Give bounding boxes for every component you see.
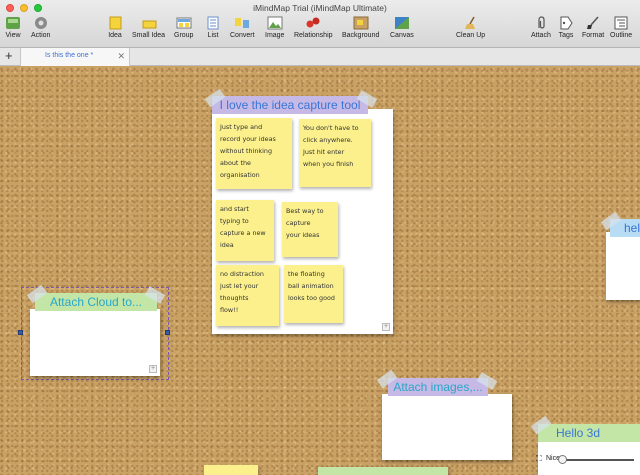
format-button[interactable]: Format bbox=[582, 16, 604, 39]
sticky-note[interactable]: the floating ball animation looks too go… bbox=[284, 265, 343, 323]
outline-icon bbox=[614, 16, 628, 30]
action-button[interactable]: Action bbox=[31, 16, 50, 39]
partial-card[interactable] bbox=[318, 467, 448, 475]
attach-images-title[interactable]: Attach images,... bbox=[388, 378, 488, 396]
expand-icon[interactable]: + bbox=[149, 365, 157, 373]
sticky-note[interactable]: Best way to capture your ideas bbox=[282, 202, 338, 257]
background-icon bbox=[353, 16, 369, 30]
clean-up-button[interactable]: Clean Up bbox=[456, 16, 485, 39]
sticky-note[interactable]: Just type and record your ideas without … bbox=[216, 118, 292, 189]
attach-images-card[interactable] bbox=[382, 394, 512, 460]
convert-button[interactable]: Convert bbox=[230, 16, 255, 39]
expand-icon[interactable]: + bbox=[382, 323, 390, 331]
action-icon bbox=[34, 17, 47, 29]
list-button[interactable]: List bbox=[205, 16, 221, 39]
window-title: iMindMap Trial (iMindMap Ultimate) bbox=[253, 3, 387, 13]
small-idea-icon bbox=[142, 20, 157, 29]
tab-bar: + Is this the one * ✕ bbox=[0, 48, 640, 66]
attach-cloud-title[interactable]: Attach Cloud to... bbox=[35, 293, 157, 311]
tags-label: Tags bbox=[558, 32, 574, 39]
tags-button[interactable]: Tags bbox=[558, 16, 574, 39]
sticky-note[interactable]: and start typing to capture a new idea bbox=[216, 200, 274, 261]
small-idea-button[interactable]: Small Idea bbox=[132, 16, 165, 39]
idea-note-icon bbox=[109, 16, 122, 30]
idea-label: Idea bbox=[108, 32, 122, 39]
relationship-label: Relationship bbox=[294, 32, 333, 39]
zoom-slider-track[interactable] bbox=[562, 459, 634, 461]
main-group-title[interactable]: I love the idea capture tool bbox=[212, 96, 368, 114]
canvas-icon bbox=[394, 17, 409, 29]
zoom-fit-icon[interactable]: ⛶ bbox=[536, 454, 542, 464]
outline-button[interactable]: Outline bbox=[610, 16, 632, 39]
canvas-label: Canvas bbox=[390, 32, 414, 39]
tab-label: Is this the one * bbox=[45, 52, 94, 59]
view-icon bbox=[6, 17, 20, 29]
list-icon bbox=[207, 16, 219, 30]
attach-label: Attach bbox=[531, 32, 551, 39]
attach-cloud-card[interactable]: + bbox=[30, 309, 160, 376]
image-button[interactable]: Image bbox=[265, 16, 284, 39]
zoom-slider-knob[interactable] bbox=[558, 455, 567, 464]
format-brush-icon bbox=[587, 16, 599, 29]
sticky-note[interactable]: no distraction just let your thoughts fl… bbox=[216, 265, 279, 326]
group-label: Group bbox=[174, 32, 194, 39]
clean-up-label: Clean Up bbox=[456, 32, 486, 39]
hello-3d-title[interactable]: Hello 3d bbox=[538, 424, 640, 442]
small-idea-label: Small Idea bbox=[132, 32, 166, 39]
relationship-icon bbox=[306, 17, 320, 28]
canvas-button[interactable]: Canvas bbox=[390, 16, 414, 39]
corkboard-canvas[interactable]: + I love the idea capture tool Just type… bbox=[0, 67, 640, 475]
relationship-button[interactable]: Relationship bbox=[294, 16, 333, 39]
group-icon bbox=[176, 17, 192, 29]
list-label: List bbox=[207, 32, 219, 39]
attach-button[interactable]: Attach bbox=[531, 16, 551, 39]
broom-icon bbox=[464, 16, 475, 29]
new-tab-plus-icon[interactable]: + bbox=[5, 49, 13, 63]
outline-label: Outline bbox=[610, 32, 633, 39]
image-icon bbox=[267, 16, 283, 30]
sticky-note[interactable]: You don't have to click anywhere. Just h… bbox=[299, 119, 371, 187]
tab-document[interactable]: Is this the one * ✕ bbox=[20, 48, 130, 66]
window-toolbar: iMindMap Trial (iMindMap Ultimate) View … bbox=[0, 0, 640, 48]
image-label: Image bbox=[265, 32, 285, 39]
resize-handle[interactable] bbox=[165, 330, 170, 335]
group-button[interactable]: Group bbox=[174, 16, 193, 39]
paperclip-icon bbox=[538, 16, 545, 29]
resize-handle[interactable] bbox=[18, 330, 23, 335]
idea-button[interactable]: Idea bbox=[107, 16, 123, 39]
format-label: Format bbox=[582, 32, 605, 39]
tag-icon bbox=[560, 16, 573, 30]
convert-icon bbox=[235, 18, 250, 28]
zoom-control: ⛶ Nice bbox=[536, 454, 640, 466]
view-label: View bbox=[5, 32, 21, 39]
right-partial-card[interactable] bbox=[606, 232, 640, 300]
background-label: Background bbox=[342, 32, 380, 39]
tab-close-icon[interactable]: ✕ bbox=[117, 51, 125, 62]
background-button[interactable]: Background bbox=[342, 16, 379, 39]
sticky-note-partial[interactable] bbox=[204, 465, 258, 475]
convert-label: Convert bbox=[230, 32, 255, 39]
view-button[interactable]: View bbox=[5, 16, 21, 39]
action-label: Action bbox=[31, 32, 51, 39]
